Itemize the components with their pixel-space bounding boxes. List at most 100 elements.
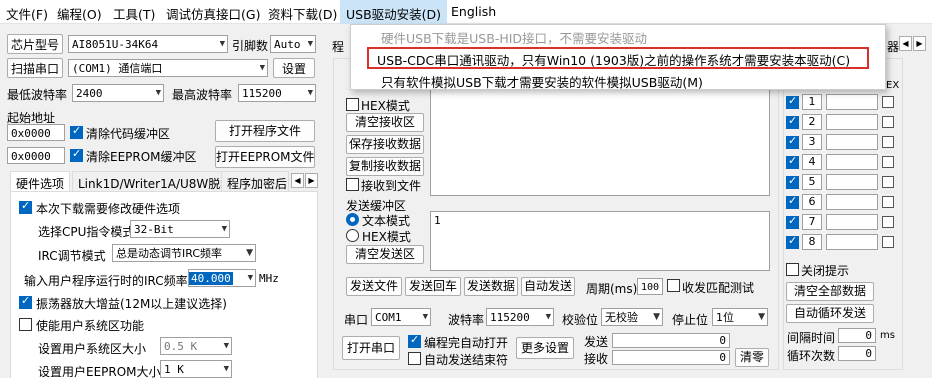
save-rx-button[interactable]: 保存接收数据 [346,135,424,154]
menu-program[interactable]: 编程(O) [57,4,102,23]
send-area[interactable]: 1 [430,211,770,271]
user-sys-area-checkbox[interactable] [19,318,32,331]
menu-english[interactable]: English [451,4,496,19]
stop-select[interactable]: 1位 ▼ [712,308,768,326]
osc-gain-checkbox[interactable] [19,294,32,309]
interval-unit: ms [880,330,895,341]
row7-hex-checkbox[interactable] [882,216,894,228]
row1-index[interactable]: 1 [802,94,822,110]
max-baud-select[interactable]: 115200 ▼ [238,84,316,102]
menu-usb-driver[interactable]: USB驱动安装(D) [340,0,448,24]
row8-checkbox[interactable] [786,234,799,249]
user-sys-size-select[interactable]: 0.5 K ▼ [160,337,232,355]
row5-hex-checkbox[interactable] [882,176,894,188]
chevron-right-icon[interactable]: ▶ [305,173,318,188]
row3-hex-checkbox[interactable] [882,136,894,148]
open-eeprom-button[interactable]: 打开EEPROM文件 [215,146,315,168]
row5-input[interactable] [826,174,878,190]
row3-input[interactable] [826,134,878,150]
period-input[interactable]: 100 [637,278,663,295]
row5-checkbox[interactable] [786,174,799,189]
menu-download[interactable]: 资料下载(D) [268,4,337,23]
parity-select[interactable]: 无校验 ▼ [601,308,663,326]
clear-rx-button[interactable]: 清空接收区 [346,113,424,132]
send-data-button[interactable]: 发送数据 [464,277,518,296]
row6-index[interactable]: 6 [802,194,822,210]
copy-rx-button[interactable]: 复制接收数据 [346,157,424,176]
clear-count-button[interactable]: 清零 [735,348,769,367]
row8-input[interactable] [826,234,878,250]
row4-hex-checkbox[interactable] [882,156,894,168]
settings-button[interactable]: 设置 [273,58,315,78]
open-port-button[interactable]: 打开串口 [342,336,400,360]
clear-code-checkbox[interactable] [70,124,83,139]
row2-index[interactable]: 2 [802,114,822,130]
auto-loop-button[interactable]: 自动循环发送 [786,304,874,323]
row4-index[interactable]: 4 [802,154,822,170]
rx-match-checkbox[interactable] [667,279,680,292]
hex-mode-radio[interactable] [346,229,359,242]
row7-input[interactable] [826,214,878,230]
interval-input[interactable]: 0 [838,328,876,343]
row2-hex-checkbox[interactable] [882,116,894,128]
clear-all-button[interactable]: 清空全部数据 [786,282,874,301]
chevron-left-icon[interactable]: ◀ [899,36,912,51]
start-addr-input[interactable]: 0x0000 [7,124,65,141]
open-program-button[interactable]: 打开程序文件 [215,120,315,142]
clear-tx-button[interactable]: 清空发送区 [346,245,424,264]
auto-send-button[interactable]: 自动发送 [521,277,575,296]
clear-eeprom-checkbox[interactable] [70,147,83,162]
text-mode-radio[interactable] [346,213,359,226]
modify-hw-checkbox[interactable] [19,199,32,214]
serial-port-select[interactable]: COM1 ▼ [371,308,431,326]
row7-index[interactable]: 7 [802,214,822,230]
baud-select[interactable]: 115200 ▼ [486,308,554,326]
eeprom-addr-input[interactable]: 0x0000 [7,147,65,164]
osc-gain-label: 振荡器放大增益(12M以上建议选择) [36,297,227,311]
menu-tools[interactable]: 工具(T) [113,4,155,23]
send-enter-button[interactable]: 发送回车 [405,277,461,296]
row1-checkbox[interactable] [786,94,799,109]
row3-checkbox[interactable] [786,134,799,149]
row5-index[interactable]: 5 [802,174,822,190]
row8-hex-checkbox[interactable] [882,236,894,248]
chip-type-select[interactable]: AI8051U-34K64 ▼ [68,35,228,53]
row1-input[interactable] [826,94,878,110]
port-select[interactable]: (COM1) 通信端口 ▼ [68,59,268,77]
min-baud-select[interactable]: 2400 ▼ [72,84,164,102]
receive-area[interactable] [430,88,770,196]
pin-count-select[interactable]: Auto ▼ [270,35,316,53]
row6-hex-checkbox[interactable] [882,196,894,208]
cpu-instr-select[interactable]: 32-Bit ▼ [130,220,230,238]
chevron-left-icon[interactable]: ◀ [291,173,304,188]
row2-checkbox[interactable] [786,114,799,129]
auto-open-checkbox[interactable] [408,333,421,348]
auto-send-end-checkbox[interactable] [408,352,421,365]
loop-count-input[interactable]: 0 [838,346,876,361]
close-tip-checkbox[interactable] [786,263,799,276]
chip-type-button[interactable]: 芯片型号 [7,34,63,54]
menu-file[interactable]: 文件(F) [6,4,48,23]
row1-hex-checkbox[interactable] [882,96,894,108]
row8-index[interactable]: 8 [802,234,822,250]
row6-input[interactable] [826,194,878,210]
irc-mode-select[interactable]: 总是动态调节IRC频率 ▼ [112,244,256,262]
row2-input[interactable] [826,114,878,130]
user-eeprom-select[interactable]: 1 K ▼ [160,360,232,378]
menu-debug[interactable]: 调试仿真接口(G) [166,4,260,23]
row3-index[interactable]: 3 [802,134,822,150]
irc-freq-select[interactable]: 40.000 ▼ [188,269,256,287]
row7-checkbox[interactable] [786,214,799,229]
more-settings-button[interactable]: 更多设置 [516,337,574,359]
row4-checkbox[interactable] [786,154,799,169]
usb-menu-item-soft-usb[interactable]: 只有软件模拟USB下载才需要安装的软件模拟USB驱动(M) [381,72,703,91]
rx-hex-checkbox[interactable] [346,98,359,111]
scan-port-button[interactable]: 扫描串口 [7,58,63,78]
send-count: 0 [612,333,730,348]
rx-to-file-checkbox[interactable] [346,178,359,191]
chevron-right-icon[interactable]: ▶ [913,36,926,51]
send-file-button[interactable]: 发送文件 [346,277,402,296]
row4-input[interactable] [826,154,878,170]
row6-checkbox[interactable] [786,194,799,209]
usb-menu-item-cdc[interactable]: USB-CDC串口通讯驱动，只有Win10 (1903版)之前的操作系统才需要安… [377,50,850,69]
